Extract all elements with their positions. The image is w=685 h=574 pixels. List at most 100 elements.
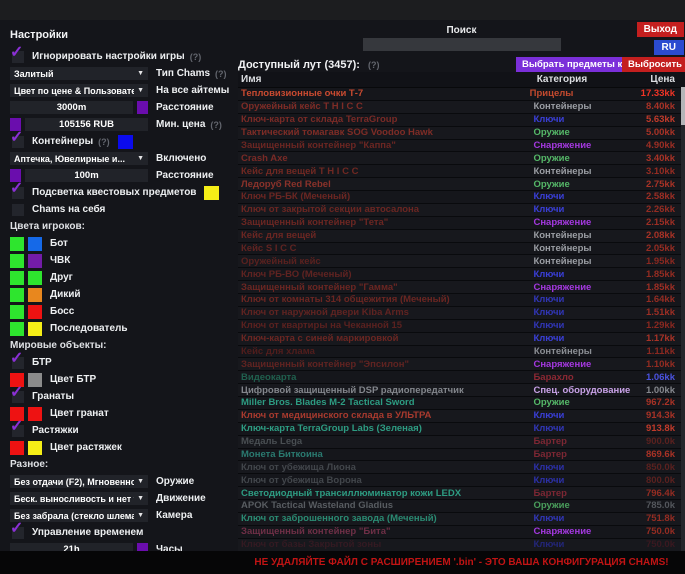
table-row[interactable]: Защищенный контейнер "Бита"Снаряжение750… bbox=[238, 526, 685, 539]
color-swatch[interactable] bbox=[137, 101, 148, 114]
table-row[interactable]: ВидеокартаБарахло1.06kk bbox=[238, 371, 685, 384]
color-swatch[interactable] bbox=[204, 186, 219, 200]
value-input[interactable]: 3000m bbox=[10, 101, 133, 114]
checkbox[interactable]: ✓ bbox=[12, 527, 24, 539]
value-input[interactable]: 105156 RUB bbox=[25, 118, 148, 131]
checkbox[interactable]: ✓ bbox=[12, 425, 24, 437]
dropdown[interactable]: Аптечка, Ювелирные и...▼ bbox=[10, 152, 148, 165]
table-row[interactable]: Ключ от убежища ЛионаКлючи850.0k bbox=[238, 461, 685, 474]
chevron-down-icon: ▼ bbox=[137, 478, 144, 485]
table-row[interactable]: Кейс S I C CКонтейнеры2.05kk bbox=[238, 243, 685, 256]
loot-price-cell: 17.33kk bbox=[641, 88, 685, 99]
table-row[interactable]: Ключ от квартиры на Чеканной 15Ключи1.29… bbox=[238, 320, 685, 333]
checkbox[interactable]: ✓ bbox=[12, 51, 24, 63]
colorpair-label: Цвет БТР bbox=[50, 374, 96, 385]
dropdown[interactable]: Без отдачи (F2), Мгновенное п▼ bbox=[10, 475, 148, 488]
table-scrollbar-thumb[interactable] bbox=[681, 87, 685, 125]
dropdown[interactable]: Без забрала (стекло шлема)▼ bbox=[10, 509, 148, 522]
colorpair-label: Последователь bbox=[50, 323, 128, 334]
loot-category-cell: Бартер bbox=[533, 488, 645, 499]
loot-price-cell: 1.95kk bbox=[646, 256, 685, 267]
loot-price-cell: 8.40kk bbox=[646, 101, 685, 112]
table-row[interactable]: Монета БиткоинаБартер869.6k bbox=[238, 449, 685, 462]
color-swatch[interactable] bbox=[28, 237, 42, 251]
table-row[interactable]: Оружейный кейс T H I C CКонтейнеры8.40kk bbox=[238, 101, 685, 114]
table-row[interactable]: Защищенный контейнер "Гамма"Снаряжение1.… bbox=[238, 281, 685, 294]
loot-name-cell: Ключ от убежища Лиона bbox=[238, 462, 533, 473]
table-row[interactable]: Ключ от медицинского склада в УЛЬТРАКлюч… bbox=[238, 410, 685, 423]
exit-button[interactable]: Выход bbox=[637, 22, 684, 37]
color-swatch[interactable] bbox=[10, 305, 24, 319]
value-input[interactable]: 100m bbox=[25, 169, 148, 182]
table-row[interactable]: Ледоруб Red RebelОружие2.75kk bbox=[238, 178, 685, 191]
table-row[interactable]: Защищенный контейнер "Эпсилон"Снаряжение… bbox=[238, 358, 685, 371]
language-button[interactable]: RU bbox=[654, 40, 684, 55]
loot-name-cell: Защищенный контейнер "Эпсилон" bbox=[238, 359, 533, 370]
section-label: Разное: bbox=[10, 459, 48, 470]
table-row[interactable]: Медаль LegaБартер900.0k bbox=[238, 436, 685, 449]
table-row[interactable]: Кейс для вещей T H I C CКонтейнеры3.10kk bbox=[238, 165, 685, 178]
checkbox[interactable]: ✓ bbox=[12, 357, 24, 369]
loot-table-header: Имя Категория Цена bbox=[238, 72, 685, 88]
table-scrollbar-track[interactable] bbox=[681, 87, 685, 551]
colorpair-label: Цвет гранат bbox=[50, 408, 109, 419]
checkbox[interactable]: ✓ bbox=[12, 187, 24, 199]
color-swatch[interactable] bbox=[10, 271, 24, 285]
loot-price-cell: 2.05kk bbox=[646, 243, 685, 254]
color-swatch[interactable] bbox=[28, 254, 42, 268]
color-swatch[interactable] bbox=[10, 254, 24, 268]
drop-all-button[interactable]: Выбросить все bbox=[622, 57, 685, 72]
table-row[interactable]: Crash AxeОружие3.40kk bbox=[238, 152, 685, 165]
table-row[interactable]: Защищенный контейнер "Каппа"Снаряжение4.… bbox=[238, 140, 685, 153]
checkbox[interactable] bbox=[12, 204, 24, 216]
table-row[interactable]: Ключ от заброшенного завода (Меченый)Клю… bbox=[238, 513, 685, 526]
sidebar-row: Друг bbox=[10, 269, 235, 286]
table-row[interactable]: Тепловизионные очки Т-7Прицелы17.33kk bbox=[238, 88, 685, 101]
dropdown[interactable]: Залитый▼ bbox=[10, 67, 148, 80]
table-row[interactable]: Ключ-карта от склада TerraGroupКлючи5.63… bbox=[238, 114, 685, 127]
color-swatch[interactable] bbox=[10, 237, 24, 251]
colorpair-label: Друг bbox=[50, 272, 73, 283]
color-swatch[interactable] bbox=[28, 305, 42, 319]
color-swatch[interactable] bbox=[28, 271, 42, 285]
dropdown[interactable]: Цвет по цене & Пользователь▼ bbox=[10, 84, 148, 97]
sidebar-row: Мировые объекты: bbox=[10, 337, 235, 354]
table-row[interactable]: APOK Tactical Wasteland GladiusОружие785… bbox=[238, 500, 685, 513]
color-swatch[interactable] bbox=[10, 441, 24, 455]
table-row[interactable]: Светодиодный трансиллюминатор кожи LEDXБ… bbox=[238, 487, 685, 500]
loot-category-cell: Ключи bbox=[533, 539, 645, 550]
table-row[interactable]: Кейс для вещейКонтейнеры2.08kk bbox=[238, 230, 685, 243]
checkbox[interactable]: ✓ bbox=[12, 136, 24, 148]
dropdown[interactable]: Беск. выносливость и нет уста▼ bbox=[10, 492, 148, 505]
color-swatch[interactable] bbox=[28, 288, 42, 302]
checkbox[interactable]: ✓ bbox=[12, 391, 24, 403]
table-row[interactable]: Защищенный контейнер "Тета"Снаряжение2.1… bbox=[238, 217, 685, 230]
table-row[interactable]: Кейс для хламаКонтейнеры1.11kk bbox=[238, 346, 685, 359]
table-row[interactable]: Miller Bros. Blades M-2 Tactical SwordОр… bbox=[238, 397, 685, 410]
table-row[interactable]: Ключ от комнаты 314 общежития (Меченый)К… bbox=[238, 294, 685, 307]
table-row[interactable]: Тактический томагавк SOG Voodoo HawkОруж… bbox=[238, 127, 685, 140]
table-row[interactable]: Ключ-карта с синей маркировкойКлючи1.17k… bbox=[238, 333, 685, 346]
loot-price-cell: 850.0k bbox=[646, 462, 685, 473]
color-swatch[interactable] bbox=[28, 373, 42, 387]
color-swatch[interactable] bbox=[28, 322, 42, 336]
table-row[interactable]: Цифровой защищенный DSP радиопередатчикС… bbox=[238, 384, 685, 397]
color-swatch[interactable] bbox=[28, 441, 42, 455]
table-row[interactable]: Ключ РБ-ВО (Меченый)Ключи1.85kk bbox=[238, 268, 685, 281]
color-swatch[interactable] bbox=[118, 135, 133, 149]
table-row[interactable]: Оружейный кейсКонтейнеры1.95kk bbox=[238, 255, 685, 268]
search-input[interactable] bbox=[363, 38, 561, 51]
table-row[interactable]: Ключ от наружной двери Kiba ArmsКлючи1.5… bbox=[238, 307, 685, 320]
loot-category-cell: Ключи bbox=[533, 423, 645, 434]
loot-category-cell: Оружие bbox=[533, 127, 645, 138]
loot-name-cell: Ключ от заброшенного завода (Меченый) bbox=[238, 513, 533, 524]
table-row[interactable]: Ключ от закрытой секции автосалонаКлючи2… bbox=[238, 204, 685, 217]
table-row[interactable]: Ключ-карта TerraGroup Labs (Зеленая)Ключ… bbox=[238, 423, 685, 436]
table-row[interactable]: Ключ РБ-БК (Меченый)Ключи2.58kk bbox=[238, 191, 685, 204]
color-swatch[interactable] bbox=[10, 322, 24, 336]
sidebar-row: Цвет гранат bbox=[10, 405, 235, 422]
table-row[interactable]: Ключ от базы Закрытой зоныКлючи750.0k bbox=[238, 539, 685, 551]
color-swatch[interactable] bbox=[28, 407, 42, 421]
table-row[interactable]: Ключ от убежища ВоронаКлючи800.0k bbox=[238, 474, 685, 487]
color-swatch[interactable] bbox=[10, 288, 24, 302]
